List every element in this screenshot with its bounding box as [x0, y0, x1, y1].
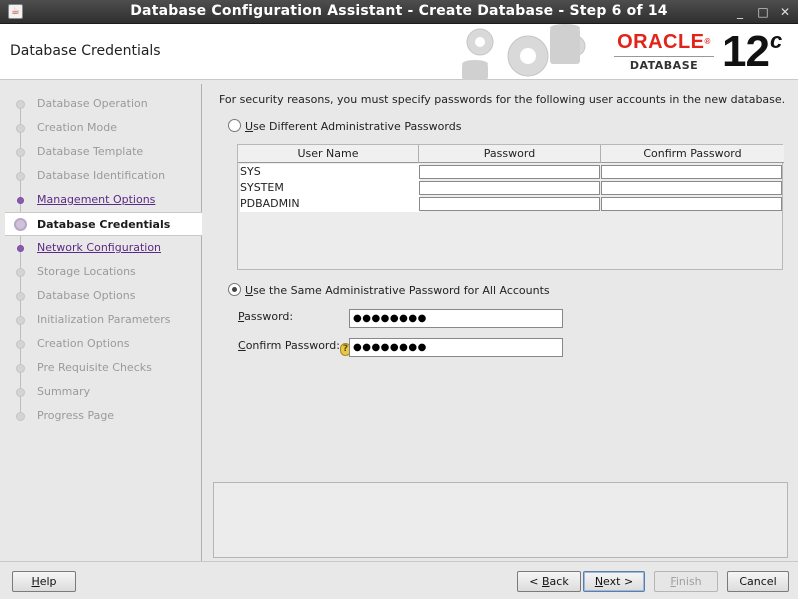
user-password-input[interactable]	[419, 197, 600, 211]
cancel-button[interactable]: Cancel	[727, 571, 789, 592]
sidebar-step-label: Database Operation	[37, 97, 148, 110]
sidebar-step-label: Initialization Parameters	[37, 313, 171, 326]
radio-different-passwords-control[interactable]	[228, 119, 241, 132]
sidebar-step-label: Storage Locations	[37, 265, 136, 278]
sidebar-step: Creation Options	[5, 332, 202, 356]
step-dot-icon	[16, 316, 25, 325]
sidebar-step-label: Database Options	[37, 289, 136, 302]
step-dot-icon	[16, 172, 25, 181]
step-dot-icon	[17, 197, 24, 204]
sidebar-step-label: Summary	[37, 385, 91, 398]
sidebar-step-label: Progress Page	[37, 409, 115, 422]
sidebar-step: Database Identification	[5, 164, 202, 188]
radio-different-passwords[interactable]: Use Different Administrative Passwords	[228, 119, 461, 133]
sidebar-step[interactable]: Network Configuration	[5, 236, 202, 260]
table-row: SYS	[238, 164, 784, 180]
step-dot-icon	[16, 148, 25, 157]
sidebar-step: Database Credentials	[5, 212, 202, 236]
sidebar-step: Initialization Parameters	[5, 308, 202, 332]
main-panel: For security reasons, you must specify p…	[206, 84, 798, 561]
window-title: Database Configuration Assistant - Creat…	[130, 3, 668, 19]
table-row: SYSTEM	[238, 180, 784, 196]
message-panel	[213, 482, 788, 558]
steps-sidebar: Database Operation Creation Mode Database …	[5, 84, 202, 561]
step-dot-icon	[16, 388, 25, 397]
sidebar-step-label: Database Template	[37, 145, 144, 158]
page-title: Database Credentials	[10, 43, 161, 59]
footer-buttons: Help < Back Next > Finish Cancel	[0, 561, 798, 599]
sidebar-step: Database Template	[5, 140, 202, 164]
help-button[interactable]: Help	[12, 571, 76, 592]
sidebar-step: Database Operation	[5, 92, 202, 116]
sidebar-step-label[interactable]: Management Options	[37, 193, 155, 206]
oracle-database-logo: ORACLE® DATABASE	[614, 32, 714, 72]
user-password-input[interactable]	[419, 165, 600, 179]
sidebar-step: Summary	[5, 380, 202, 404]
column-header-user-name[interactable]: User Name	[238, 145, 419, 163]
next-button[interactable]: Next >	[583, 571, 645, 592]
sidebar-step-label: Creation Options	[37, 337, 130, 350]
close-icon[interactable]: ✕	[777, 4, 793, 20]
sidebar-step-label[interactable]: Network Configuration	[37, 241, 161, 254]
user-name-cell: SYS	[240, 164, 420, 180]
confirm-password-input[interactable]: ●●●●●●●●	[349, 338, 563, 357]
table-header: User Name Password Confirm Password	[238, 145, 784, 163]
step-dot-icon	[16, 292, 25, 301]
confirm-password-label: Confirm Password:?	[238, 339, 351, 356]
radio-same-password-control[interactable]	[228, 283, 241, 296]
minimize-icon[interactable]: _	[732, 4, 748, 20]
step-dot-icon	[16, 124, 25, 133]
step-dot-icon	[16, 364, 25, 373]
user-name-cell: SYSTEM	[240, 180, 420, 196]
window-titlebar: ☕ Database Configuration Assistant - Cre…	[0, 0, 798, 24]
user-name-cell: PDBADMIN	[240, 196, 420, 212]
password-label: Password:	[238, 310, 294, 323]
sidebar-step[interactable]: Management Options	[5, 188, 202, 212]
sidebar-step: Creation Mode	[5, 116, 202, 140]
sidebar-step: Database Options	[5, 284, 202, 308]
page-header: Database Credentials ORACLE® DATABASE 12…	[0, 24, 798, 80]
step-dot-icon	[16, 268, 25, 277]
column-header-password[interactable]: Password	[419, 145, 601, 163]
step-dot-icon	[14, 218, 27, 231]
radio-same-password[interactable]: Use the Same Administrative Password for…	[228, 283, 550, 297]
password-input[interactable]: ●●●●●●●●	[349, 309, 563, 328]
user-confirm-password-input[interactable]	[601, 181, 782, 195]
back-button[interactable]: < Back	[517, 571, 581, 592]
version-12c-logo: 12c	[722, 27, 782, 76]
sidebar-step-label: Database Credentials	[37, 218, 171, 231]
step-dot-icon	[16, 412, 25, 421]
step-dot-icon	[17, 245, 24, 252]
user-confirm-password-input[interactable]	[601, 197, 782, 211]
sidebar-step: Pre Requisite Checks	[5, 356, 202, 380]
user-password-input[interactable]	[419, 181, 600, 195]
table-row: PDBADMIN	[238, 196, 784, 212]
user-confirm-password-input[interactable]	[601, 165, 782, 179]
user-passwords-table: User Name Password Confirm Password SYS S…	[237, 144, 784, 270]
maximize-icon[interactable]: □	[755, 4, 771, 20]
finish-button[interactable]: Finish	[654, 571, 718, 592]
sidebar-step-label: Database Identification	[37, 169, 166, 182]
step-dot-icon	[16, 340, 25, 349]
column-header-confirm-password[interactable]: Confirm Password	[601, 145, 784, 163]
step-dot-icon	[16, 100, 25, 109]
sidebar-step: Storage Locations	[5, 260, 202, 284]
gears-database-graphic-icon	[462, 24, 586, 80]
sidebar-step-label: Creation Mode	[37, 121, 118, 134]
sidebar-step-label: Pre Requisite Checks	[37, 361, 152, 374]
sidebar-step: Progress Page	[5, 404, 202, 428]
intro-text: For security reasons, you must specify p…	[219, 93, 786, 106]
